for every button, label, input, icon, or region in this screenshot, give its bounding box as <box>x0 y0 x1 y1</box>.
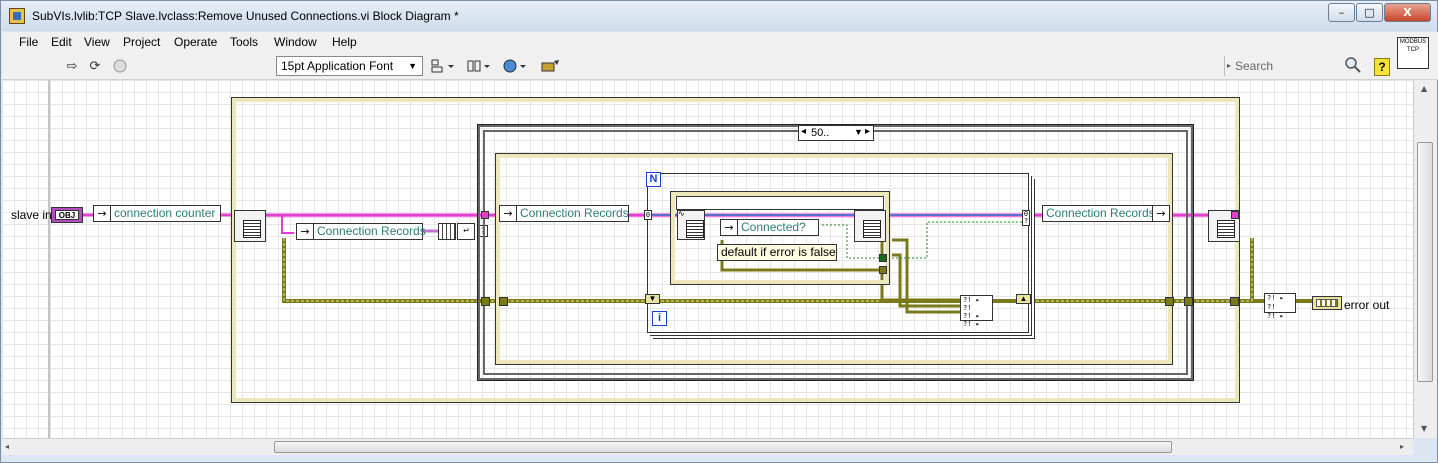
connection-counter-property[interactable]: connection counter <box>93 205 221 222</box>
cleanup-diagram-icon[interactable] <box>539 59 561 75</box>
menu-edit[interactable]: Edit <box>51 35 72 49</box>
default-if-error-label: default if error is false <box>717 244 837 261</box>
menu-bar: File Edit View Project Operate Tools Win… <box>2 32 1438 53</box>
connection-records-read-property[interactable]: Connection Records <box>499 205 629 222</box>
slave-in-terminal[interactable]: OBJ <box>51 207 83 223</box>
loop-count-terminal[interactable]: N <box>646 172 661 187</box>
menu-help[interactable]: Help <box>332 35 357 49</box>
search-icon[interactable] <box>1344 56 1362 74</box>
case-dropdown-icon[interactable]: ▼ <box>854 127 863 137</box>
bundle-by-name-node[interactable] <box>854 210 886 242</box>
distribute-objects-icon[interactable] <box>466 59 492 75</box>
title-bar: SubVIs.lvlib:TCP Slave.lvclass:Remove Un… <box>1 1 1437 31</box>
labview-app-icon <box>9 8 25 24</box>
cluster-icon <box>1316 299 1338 307</box>
error-out-label: error out <box>1344 298 1390 312</box>
ipe-header <box>676 196 884 210</box>
menu-operate[interactable]: Operate <box>174 35 217 49</box>
minimize-button[interactable]: – <box>1328 3 1355 22</box>
case-prev-icon[interactable]: ◂ <box>801 126 806 137</box>
context-help-icon[interactable]: ? <box>1374 58 1390 76</box>
window-title: SubVIs.lvlib:TCP Slave.lvclass:Remove Un… <box>32 9 459 23</box>
connected-property[interactable]: Connected? <box>720 219 819 236</box>
horizontal-scrollbar[interactable]: ◂ ▸ <box>2 438 1413 455</box>
case-next-icon[interactable]: ▸ <box>865 126 870 137</box>
class-tunnel-in <box>481 211 489 219</box>
menu-file[interactable]: File <box>19 35 38 49</box>
loop-iteration-terminal[interactable]: i <box>652 311 667 326</box>
error-out-terminal[interactable] <box>1312 296 1342 310</box>
merge-errors-node-outer[interactable]: ?! ▸ ?!?! ▸ <box>1264 293 1296 320</box>
case-selector-label: 50.. <box>811 127 830 139</box>
labview-window: SubVIs.lvlib:TCP Slave.lvclass:Remove Un… <box>0 0 1438 463</box>
shift-register-right: ▲ <box>1016 294 1031 304</box>
scroll-left-icon[interactable]: ◂ <box>5 442 9 451</box>
search-input[interactable] <box>1235 58 1345 74</box>
menu-tools[interactable]: Tools <box>230 35 258 49</box>
maximize-button[interactable]: □ <box>1356 3 1383 22</box>
shift-register-left: ▼ <box>645 294 660 304</box>
scroll-up-icon[interactable]: ▲ <box>1421 84 1427 93</box>
scroll-right-icon[interactable]: ▸ <box>1400 442 1404 451</box>
font-dropdown[interactable]: 15pt Application Font ▼ <box>276 56 423 76</box>
vi-icon[interactable]: MODBUS TCP <box>1397 37 1429 69</box>
error-tunnel-outer-right <box>1184 297 1193 306</box>
error-tunnel-inner-left <box>499 297 508 306</box>
toolbar: ⇨ ⟳ 15pt Application Font ▼ ▸ ? <box>2 53 1438 80</box>
index-array-icon[interactable]: ↵ <box>457 223 475 240</box>
vertical-scrollbar[interactable]: ▲ ▼ <box>1413 80 1437 438</box>
scroll-down-icon[interactable]: ▼ <box>1421 424 1427 433</box>
waveform-icon: ∿ <box>678 209 685 218</box>
error-tunnel-inner-right <box>1165 297 1174 306</box>
menu-window[interactable]: Window <box>274 35 317 49</box>
connection-records-input-property[interactable]: Connection Records <box>296 223 426 240</box>
horizontal-scroll-thumb[interactable] <box>274 441 1172 453</box>
class-tunnel-out <box>1231 211 1239 219</box>
error-tunnel-outer-left <box>481 297 490 306</box>
output-tunnel: 0 ? <box>1022 210 1030 226</box>
obj-tag: OBJ <box>55 210 79 220</box>
block-diagram-canvas[interactable]: slave in OBJ connection counter Connecti… <box>2 80 1413 438</box>
boolean-tunnel <box>879 254 887 262</box>
merge-errors-node-inner[interactable]: ?! ▸ ?!?! ▸?! ▸ <box>960 295 993 328</box>
font-dropdown-value: 15pt Application Font <box>281 59 394 73</box>
unbundle-node[interactable] <box>234 210 266 242</box>
indexing-tunnel: 0 <box>644 210 652 220</box>
array-size-icon[interactable] <box>438 223 456 240</box>
run-continuously-icon[interactable]: ⟳ <box>86 59 104 75</box>
vertical-scroll-thumb[interactable] <box>1417 142 1433 382</box>
connection-records-write-property[interactable]: Connection Records <box>1042 205 1170 222</box>
align-objects-icon[interactable] <box>430 59 456 75</box>
menu-view[interactable]: View <box>84 35 110 49</box>
search-expand-icon[interactable]: ▸ <box>1227 61 1231 70</box>
run-arrow-icon[interactable]: ⇨ <box>63 59 81 75</box>
case-selector[interactable]: ◂ 50.. ▼ ▸ <box>798 125 874 141</box>
slave-in-label: slave in <box>11 208 52 222</box>
reorder-icon[interactable] <box>502 59 528 75</box>
menu-project[interactable]: Project <box>123 35 160 49</box>
vi-icon-text: MODBUS TCP <box>1399 39 1427 53</box>
error-tunnel-inner <box>879 266 887 274</box>
close-button[interactable]: X <box>1384 3 1431 22</box>
error-tunnel-ipe-right <box>1230 297 1239 306</box>
chevron-down-icon: ▼ <box>408 61 417 71</box>
abort-execution-icon[interactable] <box>111 59 129 75</box>
